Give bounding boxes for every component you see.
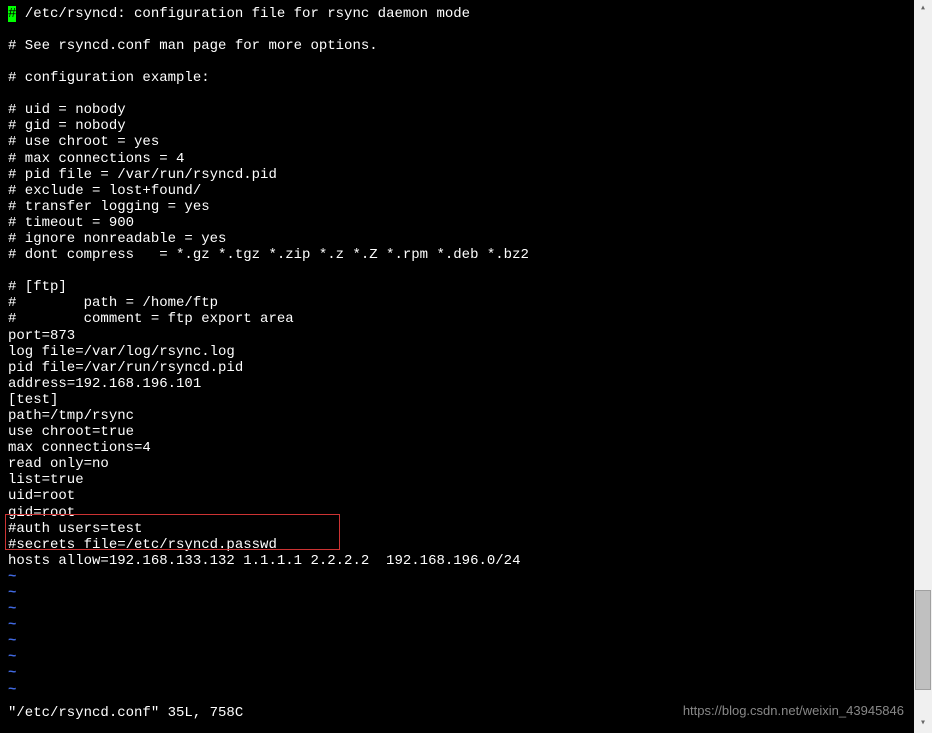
file-line: use chroot=true [8, 424, 904, 440]
file-line: # /etc/rsyncd: configuration file for rs… [8, 6, 904, 22]
vim-tilde: ~ [8, 585, 904, 601]
scroll-down-arrow[interactable]: ▾ [914, 715, 932, 733]
file-line: # transfer logging = yes [8, 199, 904, 215]
vim-tilde: ~ [8, 649, 904, 665]
empty-lines: ~~~~~~~~ [8, 569, 904, 698]
file-line: # uid = nobody [8, 102, 904, 118]
file-line: # max connections = 4 [8, 151, 904, 167]
file-line: # gid = nobody [8, 118, 904, 134]
file-line: # configuration example: [8, 70, 904, 86]
file-line: # comment = ftp export area [8, 311, 904, 327]
vim-tilde: ~ [8, 682, 904, 698]
file-line: port=873 [8, 328, 904, 344]
file-line: # See rsyncd.conf man page for more opti… [8, 38, 904, 54]
file-line: # [ftp] [8, 279, 904, 295]
file-line: read only=no [8, 456, 904, 472]
file-line: log file=/var/log/rsync.log [8, 344, 904, 360]
vim-tilde: ~ [8, 601, 904, 617]
vim-tilde: ~ [8, 633, 904, 649]
vim-tilde: ~ [8, 665, 904, 681]
file-line: uid=root [8, 488, 904, 504]
file-line [8, 54, 904, 70]
file-content: # /etc/rsyncd: configuration file for rs… [8, 6, 904, 569]
file-line: # dont compress = *.gz *.tgz *.zip *.z *… [8, 247, 904, 263]
file-line: # path = /home/ftp [8, 295, 904, 311]
file-line [8, 22, 904, 38]
file-line: # use chroot = yes [8, 134, 904, 150]
watermark-text: https://blog.csdn.net/weixin_43945846 [683, 704, 904, 719]
file-line: hosts allow=192.168.133.132 1.1.1.1 2.2.… [8, 553, 904, 569]
vim-tilde: ~ [8, 569, 904, 585]
file-line: pid file=/var/run/rsyncd.pid [8, 360, 904, 376]
file-line: # exclude = lost+found/ [8, 183, 904, 199]
file-line: [test] [8, 392, 904, 408]
scrollbar-thumb[interactable] [915, 590, 931, 690]
scrollbar[interactable]: ▴ ▾ [914, 0, 932, 733]
file-line [8, 263, 904, 279]
file-line: # ignore nonreadable = yes [8, 231, 904, 247]
terminal-editor[interactable]: # /etc/rsyncd: configuration file for rs… [0, 0, 912, 733]
file-line: #auth users=test [8, 521, 904, 537]
vim-status-line: "/etc/rsyncd.conf" 35L, 758C [8, 705, 243, 721]
scroll-up-arrow[interactable]: ▴ [914, 0, 932, 18]
file-line: #secrets file=/etc/rsyncd.passwd [8, 537, 904, 553]
file-line: address=192.168.196.101 [8, 376, 904, 392]
file-line: max connections=4 [8, 440, 904, 456]
vim-tilde: ~ [8, 617, 904, 633]
file-line [8, 86, 904, 102]
file-line: gid=root [8, 505, 904, 521]
file-line: list=true [8, 472, 904, 488]
file-line: path=/tmp/rsync [8, 408, 904, 424]
file-line: # timeout = 900 [8, 215, 904, 231]
file-line: # pid file = /var/run/rsyncd.pid [8, 167, 904, 183]
